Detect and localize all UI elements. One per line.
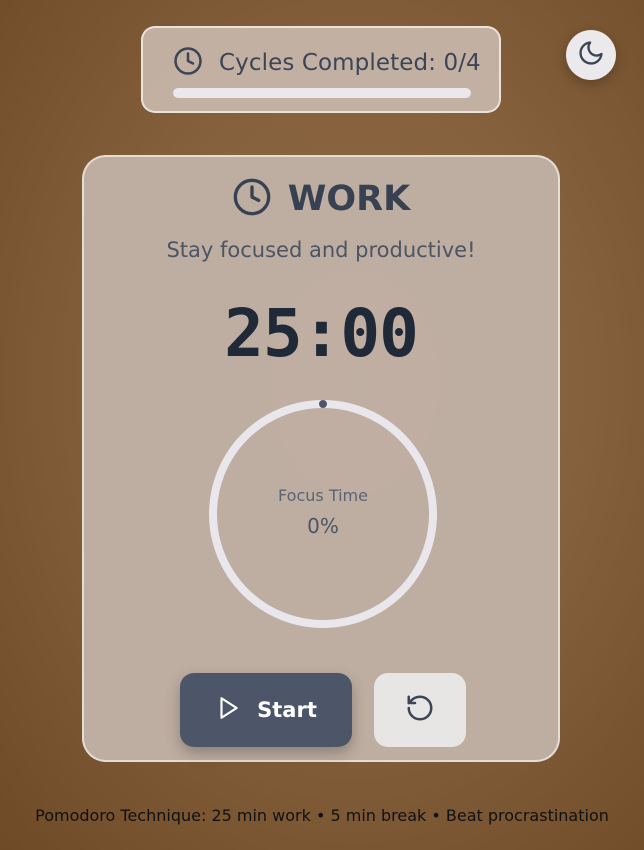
countdown-timer: 25:00 xyxy=(224,295,419,372)
cycles-completed-label: Cycles Completed: 0/4 xyxy=(219,50,481,76)
cycles-card: Cycles Completed: 0/4 xyxy=(141,26,501,113)
progress-ring: Focus Time 0% xyxy=(209,400,437,628)
start-button-label: Start xyxy=(257,698,317,722)
mode-subtitle: Stay focused and productive! xyxy=(166,238,476,262)
timer-card: WORK Stay focused and productive! 25:00 … xyxy=(82,155,560,762)
footer-text: Pomodoro Technique: 25 min work • 5 min … xyxy=(35,806,609,825)
clock-icon xyxy=(232,177,272,221)
reset-button[interactable] xyxy=(374,673,466,747)
ring-label: Focus Time xyxy=(278,486,368,505)
play-icon xyxy=(215,695,241,725)
start-button[interactable]: Start xyxy=(180,673,352,747)
mode-title: WORK xyxy=(287,179,411,219)
cycles-row: Cycles Completed: 0/4 xyxy=(173,46,481,80)
mode-header: WORK xyxy=(84,177,558,221)
reset-icon xyxy=(405,693,435,727)
theme-toggle-button[interactable] xyxy=(566,30,616,80)
moon-icon xyxy=(577,39,605,71)
clock-icon xyxy=(173,46,203,80)
ring-percent: 0% xyxy=(307,514,339,538)
cycles-progress-bar xyxy=(173,88,471,98)
